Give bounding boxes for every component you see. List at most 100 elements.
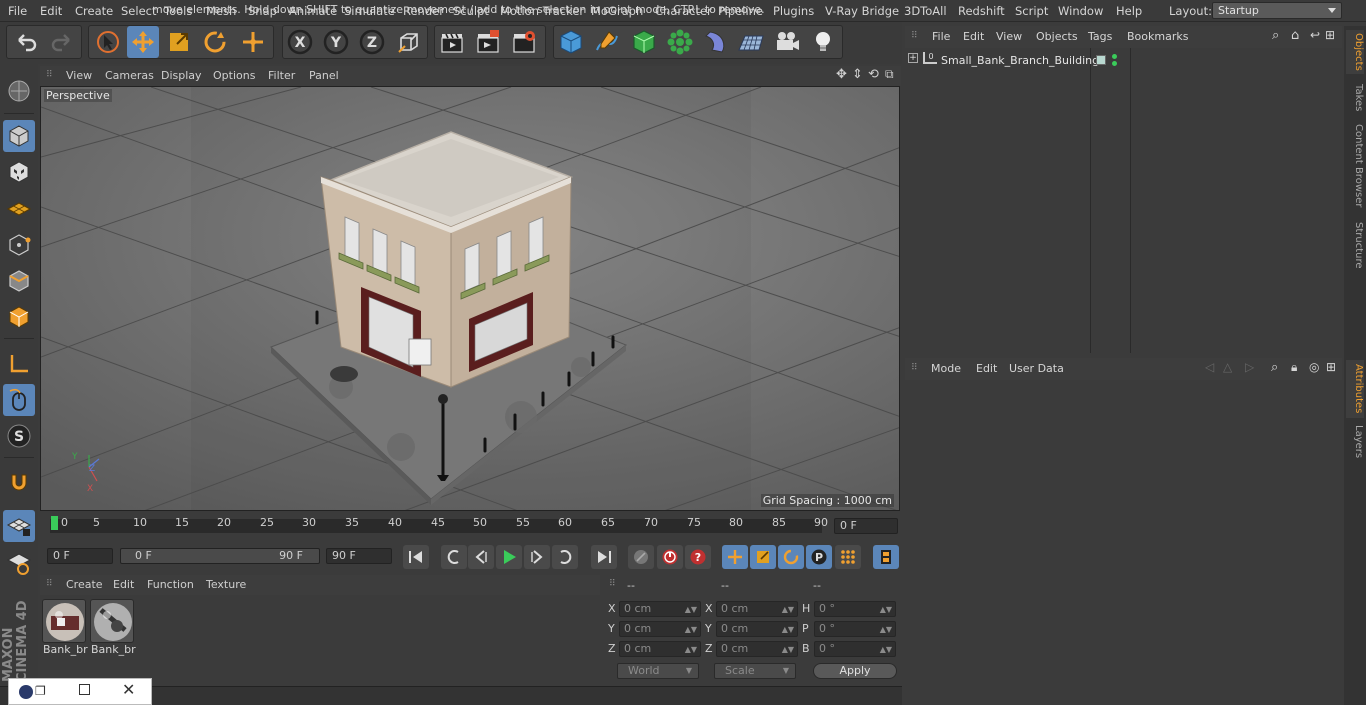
make-editable-button[interactable] xyxy=(3,74,35,108)
size-x-field[interactable]: 0 cm ▲▼ xyxy=(716,601,798,617)
key-position-button[interactable] xyxy=(722,545,748,569)
record-active-objects-button[interactable] xyxy=(657,545,683,569)
lock-icon[interactable]: 🔒︎ xyxy=(1291,360,1297,375)
arrow-up-icon[interactable]: △ xyxy=(1223,360,1232,374)
quantize-button[interactable] xyxy=(3,547,35,579)
size-z-field[interactable]: 0 cm ▲▼ xyxy=(716,641,798,657)
attribute-menu-user-data[interactable]: User Data xyxy=(1009,362,1064,375)
material-menu-create[interactable]: Create xyxy=(66,578,103,591)
live-selection-button[interactable] xyxy=(92,26,124,58)
tab-attributes[interactable]: Attributes xyxy=(1346,360,1364,418)
object-menu-edit[interactable]: Edit xyxy=(963,30,984,43)
cloner-button[interactable] xyxy=(664,26,696,58)
undo-button[interactable] xyxy=(10,26,42,58)
close-icon[interactable]: ✕ xyxy=(122,680,135,699)
tab-takes[interactable]: Takes xyxy=(1346,82,1364,114)
coordinate-mode-dropdown[interactable]: World ▼ xyxy=(617,663,699,679)
menu-window[interactable]: Window xyxy=(1058,4,1103,18)
viewport-menu-filter[interactable]: Filter xyxy=(268,69,295,82)
target-icon[interactable]: ◎ xyxy=(1309,360,1319,374)
x-axis-lock-button[interactable]: X xyxy=(284,26,316,58)
menu-redshift[interactable]: Redshift xyxy=(958,4,1005,18)
points-mode-button[interactable] xyxy=(3,229,35,261)
maximize-icon[interactable] xyxy=(79,684,90,695)
tab-objects[interactable]: Objects xyxy=(1346,30,1364,74)
menu-script[interactable]: Script xyxy=(1015,4,1048,18)
menu-create[interactable]: Create xyxy=(75,4,113,18)
axis-mode-button[interactable] xyxy=(3,348,35,380)
material-menu-function[interactable]: Function xyxy=(147,578,194,591)
arrow-left-icon[interactable]: ◁ xyxy=(1205,360,1214,374)
timeline-ruler[interactable]: 0 5 10 15 20 25 30 35 40 45 50 55 60 65 … xyxy=(40,512,901,542)
attribute-menu-edit[interactable]: Edit xyxy=(976,362,997,375)
model-mode-button[interactable] xyxy=(3,120,35,152)
menu-edit[interactable]: Edit xyxy=(40,4,62,18)
edges-mode-button[interactable] xyxy=(3,265,35,297)
play-button[interactable] xyxy=(496,545,522,569)
position-x-field[interactable]: 0 cm ▲▼ xyxy=(619,601,701,617)
cube-primitive-button[interactable] xyxy=(555,26,587,58)
go-to-start-button[interactable] xyxy=(403,545,429,569)
workplane-lock-button[interactable] xyxy=(3,510,35,542)
rotation-p-field[interactable]: 0 ° ▲▼ xyxy=(814,621,896,637)
viewport-rotate-icon[interactable]: ⟲ xyxy=(868,67,879,82)
z-axis-lock-button[interactable]: Z xyxy=(356,26,388,58)
object-menu-bookmarks[interactable]: Bookmarks xyxy=(1127,30,1188,43)
menu-plugins[interactable]: Plugins xyxy=(773,4,814,18)
viewport-pan-icon[interactable]: ✥ xyxy=(836,67,847,82)
playhead-marker[interactable] xyxy=(51,516,58,530)
end-frame-field[interactable]: 90 F xyxy=(326,548,392,564)
recent-tools-button[interactable] xyxy=(237,26,269,58)
new-panel-icon[interactable]: ⊞ xyxy=(1325,28,1335,42)
key-point-level-button[interactable] xyxy=(835,545,861,569)
key-scale-button[interactable] xyxy=(750,545,776,569)
home-icon[interactable]: ⌂ xyxy=(1291,28,1299,43)
subdivision-surface-button[interactable] xyxy=(628,26,660,58)
previous-frame-button[interactable] xyxy=(468,545,494,569)
object-menu-tags[interactable]: Tags xyxy=(1088,30,1112,43)
new-panel-icon[interactable]: ⊞ xyxy=(1326,360,1336,374)
viewport-menu-options[interactable]: Options xyxy=(213,69,255,82)
light-button[interactable] xyxy=(807,26,839,58)
workplane-mode-button[interactable] xyxy=(3,192,35,224)
position-z-field[interactable]: 0 cm ▲▼ xyxy=(619,641,701,657)
material-swatch[interactable] xyxy=(42,599,86,643)
previous-key-button[interactable] xyxy=(441,545,467,569)
expand-plus-icon[interactable]: + xyxy=(908,53,918,63)
back-icon[interactable]: ↩ xyxy=(1310,28,1320,42)
render-settings-button[interactable] xyxy=(508,26,540,58)
key-rotation-button[interactable] xyxy=(778,545,804,569)
scale-tool-button[interactable] xyxy=(163,26,195,58)
menu-file[interactable]: File xyxy=(8,4,27,18)
material-swatch[interactable] xyxy=(90,599,134,643)
polygons-mode-button[interactable] xyxy=(3,301,35,333)
attribute-menu-mode[interactable]: Mode xyxy=(931,362,961,375)
size-y-field[interactable]: 0 cm ▲▼ xyxy=(716,621,798,637)
arrow-forward-icon[interactable]: ▷ xyxy=(1245,360,1254,374)
layout-select[interactable]: Startup xyxy=(1212,2,1342,19)
app-icon[interactable] xyxy=(19,685,33,699)
current-frame-field[interactable]: 0 F xyxy=(834,518,898,534)
apply-button[interactable]: Apply xyxy=(813,663,897,679)
floor-button[interactable] xyxy=(735,26,767,58)
viewport-menu-view[interactable]: View xyxy=(66,69,92,82)
perspective-viewport[interactable]: Y X Z Perspective Grid Spacing : 1000 cm xyxy=(40,86,900,511)
move-tool-button[interactable] xyxy=(127,26,159,58)
object-menu-view[interactable]: View xyxy=(996,30,1022,43)
texture-mode-button[interactable] xyxy=(3,156,35,188)
redo-button[interactable] xyxy=(46,26,78,58)
coordinate-system-button[interactable] xyxy=(393,26,425,58)
rotation-h-field[interactable]: 0 ° ▲▼ xyxy=(814,601,896,617)
go-to-end-button[interactable] xyxy=(591,545,617,569)
start-frame-field[interactable]: 0 F xyxy=(47,548,113,564)
search-icon[interactable]: ⌕ xyxy=(1271,360,1278,375)
size-mode-dropdown[interactable]: Scale ▼ xyxy=(714,663,796,679)
render-view-button[interactable] xyxy=(436,26,468,58)
layer-color-icon[interactable] xyxy=(1096,55,1106,65)
viewport-dolly-icon[interactable]: ⇕ xyxy=(852,67,863,82)
visibility-editor-dot-icon[interactable] xyxy=(1112,54,1117,59)
search-icon[interactable]: ⌕ xyxy=(1272,28,1279,43)
object-menu-file[interactable]: File xyxy=(932,30,950,43)
snap-toggle-button[interactable] xyxy=(3,466,35,498)
rotation-b-field[interactable]: 0 ° ▲▼ xyxy=(814,641,896,657)
